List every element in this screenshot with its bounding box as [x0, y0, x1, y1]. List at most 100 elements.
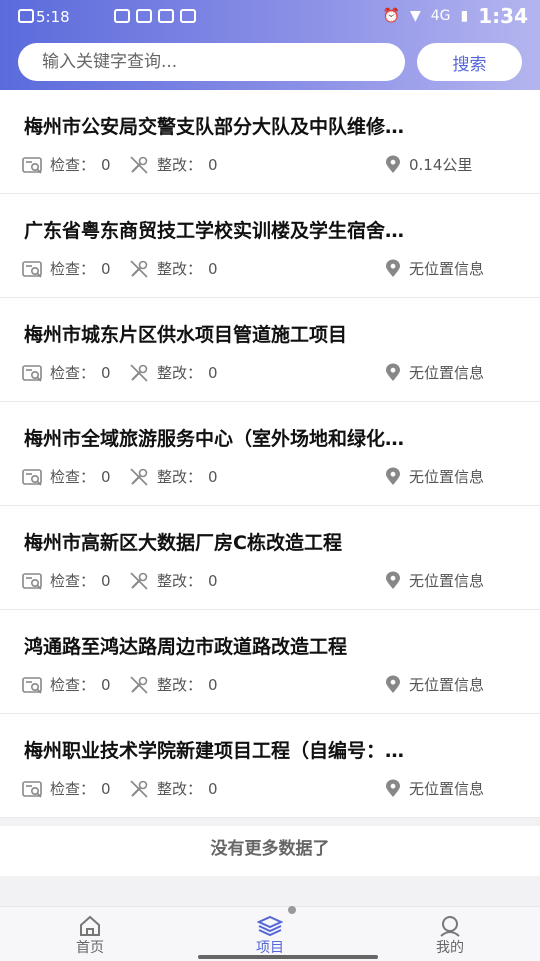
location-text: 无位置信息 — [409, 676, 485, 694]
location-pin-icon — [383, 155, 403, 175]
rectify-label: 整改： — [157, 468, 203, 486]
app-notification-icon — [136, 9, 152, 23]
location-pin-icon — [383, 259, 403, 279]
status-time: 5:18 — [36, 8, 70, 26]
header-bar: 5:18 ⏰ ▼ 4G ▮ 1:34 搜索 — [0, 0, 540, 90]
project-title: 梅州市高新区大数据厂房C栋改造工程 — [24, 532, 342, 554]
status-bar: 5:18 ⏰ ▼ 4G ▮ 1:34 — [0, 0, 540, 34]
check-count: 0 — [101, 155, 111, 174]
tools-icon — [129, 363, 151, 383]
rectify-label: 整改： — [157, 676, 203, 694]
app-notification-icon — [180, 9, 196, 23]
tab-mine[interactable]: 我的 — [400, 915, 500, 957]
project-title: 广东省粤东商贸技工学校实训楼及学生宿舍… — [24, 220, 405, 242]
location-text: 无位置信息 — [409, 364, 485, 382]
tab-home[interactable]: 首页 — [40, 915, 140, 957]
gallery-icon — [18, 9, 34, 23]
check-count: 0 — [101, 571, 111, 590]
no-more-data-text: 没有更多数据了 — [0, 826, 540, 876]
rectify-label: 整改： — [157, 572, 203, 590]
battery-icon: ▮ — [460, 8, 469, 24]
rectify-label: 整改： — [157, 260, 203, 278]
location-text: 无位置信息 — [409, 780, 485, 798]
tab-home-label: 首页 — [76, 940, 104, 956]
search-button[interactable]: 搜索 — [417, 43, 522, 81]
tools-icon — [129, 467, 151, 487]
check-label: 检查： — [50, 468, 96, 486]
project-list-item[interactable]: 鸿通路至鸿达路周边市政道路改造工程检查： 0 整改： 0 无位置信息 — [0, 610, 540, 714]
location-pin-icon — [383, 571, 403, 591]
check-label: 检查： — [50, 572, 96, 590]
project-title: 梅州职业技术学院新建项目工程（自编号：… — [24, 740, 405, 762]
rectify-label: 整改： — [157, 364, 203, 382]
rectify-count: 0 — [208, 467, 218, 486]
project-title: 梅州市全域旅游服务中心（室外场地和绿化… — [24, 428, 405, 450]
project-list-item[interactable]: 梅州市高新区大数据厂房C栋改造工程检查： 0 整改： 0 无位置信息 — [0, 506, 540, 610]
status-clock: 1:34 — [478, 4, 528, 28]
project-list-item[interactable]: 广东省粤东商贸技工学校实训楼及学生宿舍… 检查： 0 整改： 0 无位置信息 — [0, 194, 540, 298]
check-count: 0 — [101, 675, 111, 694]
location-text: 无位置信息 — [409, 260, 485, 278]
check-count: 0 — [101, 363, 111, 382]
inspection-icon — [22, 364, 44, 382]
project-title: 梅州市公安局交警支队部分大队及中队维修… — [24, 116, 405, 138]
user-icon — [400, 915, 500, 937]
project-list-item[interactable]: 梅州职业技术学院新建项目工程（自编号：… 检查： 0 整改： 0 无位置信息 — [0, 714, 540, 818]
bottom-tab-bar: 首页 项目 我的 — [0, 906, 540, 961]
location-pin-icon — [383, 363, 403, 383]
project-list-item[interactable]: 梅州市公安局交警支队部分大队及中队维修… 检查： 0 整改： 0 0.14公里 — [0, 90, 540, 194]
alarm-icon: ⏰ — [382, 8, 400, 24]
inspection-icon — [22, 468, 44, 486]
rectify-count: 0 — [208, 779, 218, 798]
rectify-label: 整改： — [157, 156, 203, 174]
search-input[interactable] — [40, 51, 384, 73]
location-pin-icon — [383, 675, 403, 695]
project-list-item[interactable]: 梅州市城东片区供水项目管道施工项目检查： 0 整改： 0 无位置信息 — [0, 298, 540, 402]
tab-mine-label: 我的 — [436, 940, 464, 956]
home-icon — [40, 915, 140, 937]
search-bar — [18, 43, 405, 81]
check-count: 0 — [101, 259, 111, 278]
rectify-count: 0 — [208, 675, 218, 694]
inspection-icon — [22, 676, 44, 694]
location-pin-icon — [383, 467, 403, 487]
rectify-count: 0 — [208, 571, 218, 590]
project-list-item[interactable]: 梅州市全域旅游服务中心（室外场地和绿化… 检查： 0 整改： 0 无位置信息 — [0, 402, 540, 506]
check-label: 检查： — [50, 364, 96, 382]
check-label: 检查： — [50, 156, 96, 174]
inspection-icon — [22, 156, 44, 174]
project-title: 鸿通路至鸿达路周边市政道路改造工程 — [24, 636, 348, 658]
app-notification-icon — [114, 9, 130, 23]
rectify-count: 0 — [208, 259, 218, 278]
wifi-icon: ▼ — [409, 8, 421, 24]
network-type: 4G — [430, 8, 451, 24]
tools-icon — [129, 779, 151, 799]
notification-dot — [288, 906, 296, 914]
check-label: 检查： — [50, 676, 96, 694]
location-text: 无位置信息 — [409, 468, 485, 486]
rectify-label: 整改： — [157, 780, 203, 798]
location-text: 0.14公里 — [409, 156, 473, 174]
tools-icon — [129, 155, 151, 175]
tab-projects-label: 项目 — [256, 940, 284, 956]
tab-projects[interactable]: 项目 — [220, 915, 320, 957]
app-notification-icon — [158, 9, 174, 23]
project-title: 梅州市城东片区供水项目管道施工项目 — [24, 324, 348, 346]
check-count: 0 — [101, 467, 111, 486]
check-label: 检查： — [50, 780, 96, 798]
home-indicator[interactable] — [198, 955, 378, 959]
layers-icon — [220, 915, 320, 937]
inspection-icon — [22, 260, 44, 278]
tools-icon — [129, 259, 151, 279]
rectify-count: 0 — [208, 155, 218, 174]
location-pin-icon — [383, 779, 403, 799]
tools-icon — [129, 571, 151, 591]
inspection-icon — [22, 572, 44, 590]
location-text: 无位置信息 — [409, 572, 485, 590]
check-label: 检查： — [50, 260, 96, 278]
tools-icon — [129, 675, 151, 695]
check-count: 0 — [101, 779, 111, 798]
rectify-count: 0 — [208, 363, 218, 382]
project-list: 梅州市公安局交警支队部分大队及中队维修… 检查： 0 整改： 0 0.14公里广东省粤东商… — [0, 90, 540, 818]
inspection-icon — [22, 780, 44, 798]
